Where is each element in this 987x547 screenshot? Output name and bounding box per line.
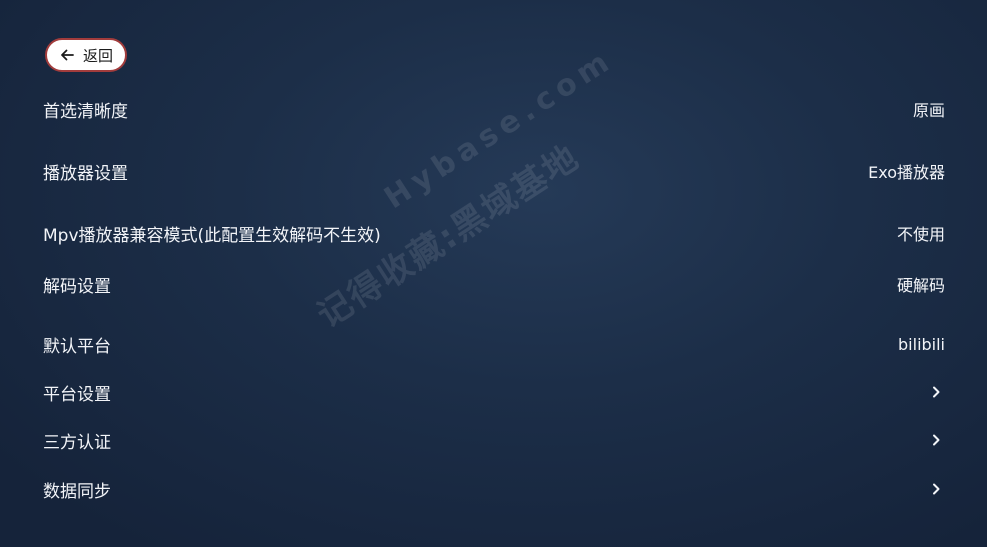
setting-label: 平台设置 bbox=[43, 384, 111, 405]
setting-row-player-settings[interactable]: 播放器设置 Exo播放器 bbox=[43, 157, 945, 185]
setting-label: 首选清晰度 bbox=[43, 101, 128, 122]
setting-label: 默认平台 bbox=[43, 336, 111, 357]
setting-label: 播放器设置 bbox=[43, 163, 128, 184]
chevron-right-icon bbox=[929, 385, 945, 399]
setting-label: 三方认证 bbox=[43, 432, 111, 453]
setting-row-default-platform[interactable]: 默认平台 bilibili bbox=[43, 330, 945, 358]
setting-value: Exo播放器 bbox=[868, 163, 945, 182]
setting-label: Mpv播放器兼容模式(此配置生效解码不生效) bbox=[43, 225, 381, 246]
setting-value: bilibili bbox=[898, 334, 945, 354]
setting-value: 硬解码 bbox=[896, 276, 945, 295]
setting-row-data-sync[interactable]: 数据同步 bbox=[43, 475, 945, 503]
settings-list: 首选清晰度 原画 播放器设置 Exo播放器 Mpv播放器兼容模式(此配置生效解码… bbox=[0, 0, 987, 547]
setting-row-third-party-auth[interactable]: 三方认证 bbox=[43, 426, 945, 454]
setting-value: 原画 bbox=[912, 101, 945, 120]
setting-row-mpv-compat-mode[interactable]: Mpv播放器兼容模式(此配置生效解码不生效) 不使用 bbox=[43, 219, 945, 247]
chevron-right-icon bbox=[929, 433, 945, 447]
setting-label: 数据同步 bbox=[43, 481, 111, 502]
setting-row-preferred-quality[interactable]: 首选清晰度 原画 bbox=[43, 95, 945, 123]
setting-value: 不使用 bbox=[896, 225, 945, 244]
setting-label: 解码设置 bbox=[43, 276, 111, 297]
setting-row-platform-settings[interactable]: 平台设置 bbox=[43, 378, 945, 406]
setting-row-decode-settings[interactable]: 解码设置 硬解码 bbox=[43, 270, 945, 298]
chevron-right-icon bbox=[929, 482, 945, 496]
